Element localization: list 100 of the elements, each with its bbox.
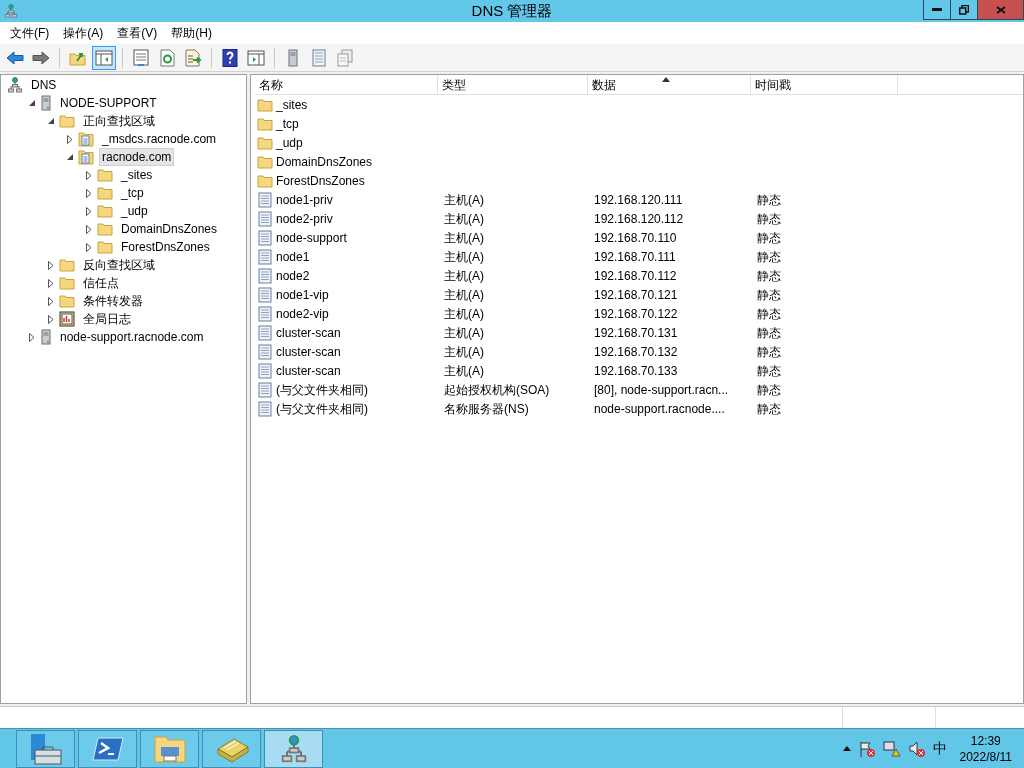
column-header[interactable]: 类型 [438, 75, 588, 94]
network-icon [7, 77, 23, 93]
tree-item[interactable]: 条件转发器 [80, 292, 146, 310]
network-icon [279, 734, 308, 763]
folder-icon [59, 294, 75, 308]
column-header[interactable]: 名称 [255, 75, 438, 94]
folder-icon [59, 258, 75, 272]
tree-item[interactable]: _sites [118, 166, 156, 184]
tree-item[interactable]: racnode.com [99, 148, 175, 166]
table-cell-text: node-support [275, 229, 348, 247]
server-icon [40, 329, 52, 345]
column-header[interactable]: 时间戳 [751, 75, 898, 94]
table-cell-text: 静态 [756, 400, 782, 418]
caret-up-icon[interactable] [842, 746, 851, 751]
minimize-icon [932, 7, 942, 12]
table-cell-text: cluster-scan [275, 362, 342, 380]
copy-icon [336, 48, 354, 67]
table-cell-text: 名称服务器(NS) [443, 400, 530, 418]
table-cell-text: 静态 [756, 305, 782, 323]
folder-icon [257, 154, 273, 169]
column-header[interactable]: 数据 [588, 75, 751, 94]
table-cell-text: 主机(A) [443, 210, 485, 228]
record-icon [258, 248, 272, 265]
taskbar-button[interactable] [264, 729, 323, 768]
folder-icon [97, 186, 113, 200]
tree-item[interactable]: node-support.racnode.com [57, 328, 207, 346]
forward-arrow-icon [32, 48, 50, 67]
table-cell-text: 主机(A) [443, 267, 485, 285]
clock-time[interactable]: 12:39 [970, 732, 1001, 749]
log-icon [59, 311, 75, 327]
table-cell-text: 192.168.120.112 [593, 210, 685, 228]
tree-item[interactable]: _tcp [118, 184, 147, 202]
minimize-button[interactable] [923, 0, 951, 20]
table-cell-text: node2-vip [275, 305, 330, 323]
tree-item[interactable]: 全局日志 [80, 310, 134, 328]
zone-icon [78, 131, 94, 147]
table-cell-text: 192.168.120.111 [593, 191, 684, 209]
record-icon [258, 324, 272, 341]
table-cell-text: 192.168.70.133 [593, 362, 679, 380]
clock-date[interactable]: 2022/8/11 [959, 748, 1012, 765]
tree-item[interactable]: DomainDnsZones [118, 220, 221, 238]
table-cell-text: cluster-scan [275, 324, 342, 342]
action-pane-icon [247, 48, 265, 67]
folder-icon [257, 135, 273, 150]
folder-icon [59, 114, 75, 128]
input-method-indicator[interactable]: 中 [932, 738, 947, 759]
tree-item[interactable]: 反向查找区域 [80, 256, 158, 274]
folder-icon [97, 204, 113, 218]
table-cell-text: node-support.racnode.... [593, 400, 726, 418]
table-cell-text: 静态 [756, 210, 782, 228]
folder-icon [97, 240, 113, 254]
record-icon [258, 267, 272, 284]
record-icon [258, 229, 272, 246]
speaker-muted-icon[interactable] [907, 739, 926, 758]
table-cell-text: (与父文件夹相同) [275, 381, 369, 399]
menu-item[interactable]: 操作(A) [56, 23, 111, 43]
taskbar-button[interactable] [140, 729, 199, 768]
table-cell-text: 192.168.70.132 [593, 343, 679, 361]
network-icon [4, 4, 18, 18]
table-cell-text: 静态 [756, 324, 782, 342]
table-cell-text: 192.168.70.122 [593, 305, 679, 323]
tree-item[interactable]: 正向查找区域 [80, 112, 158, 130]
folder-icon [257, 97, 273, 112]
record-icon [258, 362, 272, 379]
table-cell-text: node2 [275, 267, 311, 285]
record-icon [258, 400, 272, 417]
table-cell-text: node1-priv [275, 191, 334, 209]
table-cell-text: _tcp [275, 115, 300, 133]
record-icon [258, 381, 272, 398]
menu-item[interactable]: 文件(F) [3, 23, 57, 43]
tree-item[interactable]: 信任点 [80, 274, 122, 292]
table-cell-text: _udp [275, 134, 304, 152]
export-list-icon [184, 48, 202, 67]
table-cell-text: 192.168.70.110 [593, 229, 678, 247]
zone-icon [78, 149, 94, 165]
folder-icon [257, 116, 273, 131]
table-cell-text: 静态 [756, 343, 782, 361]
server-icon [40, 95, 52, 111]
table-cell-text: 主机(A) [443, 324, 485, 342]
sort-arrow-icon [662, 77, 670, 82]
table-cell-text: _sites [275, 96, 309, 114]
table-cell-text: 静态 [756, 229, 782, 247]
table-cell-text: node2-priv [275, 210, 334, 228]
tree-item[interactable]: DNS [28, 76, 60, 94]
flag-error-icon[interactable] [857, 739, 876, 758]
table-cell-text: 192.168.70.121 [593, 286, 679, 304]
tree-item[interactable]: _udp [118, 202, 151, 220]
close-button[interactable] [978, 0, 1024, 20]
tree-item[interactable]: ForestDnsZones [118, 238, 213, 256]
table-cell-text: ForestDnsZones [275, 172, 366, 190]
taskbar-button[interactable] [78, 729, 137, 768]
table-cell-text: 主机(A) [443, 343, 485, 361]
menu-item[interactable]: 帮助(H) [164, 23, 219, 43]
table-cell-text: 静态 [756, 286, 782, 304]
record-list-icon [310, 48, 328, 67]
tree-item[interactable]: NODE-SUPPORT [57, 94, 160, 112]
network-warning-icon[interactable] [882, 739, 901, 758]
taskbar-button[interactable] [16, 729, 75, 768]
menu-item[interactable]: 查看(V) [110, 23, 165, 43]
tree-item[interactable]: _msdcs.racnode.com [99, 130, 220, 148]
